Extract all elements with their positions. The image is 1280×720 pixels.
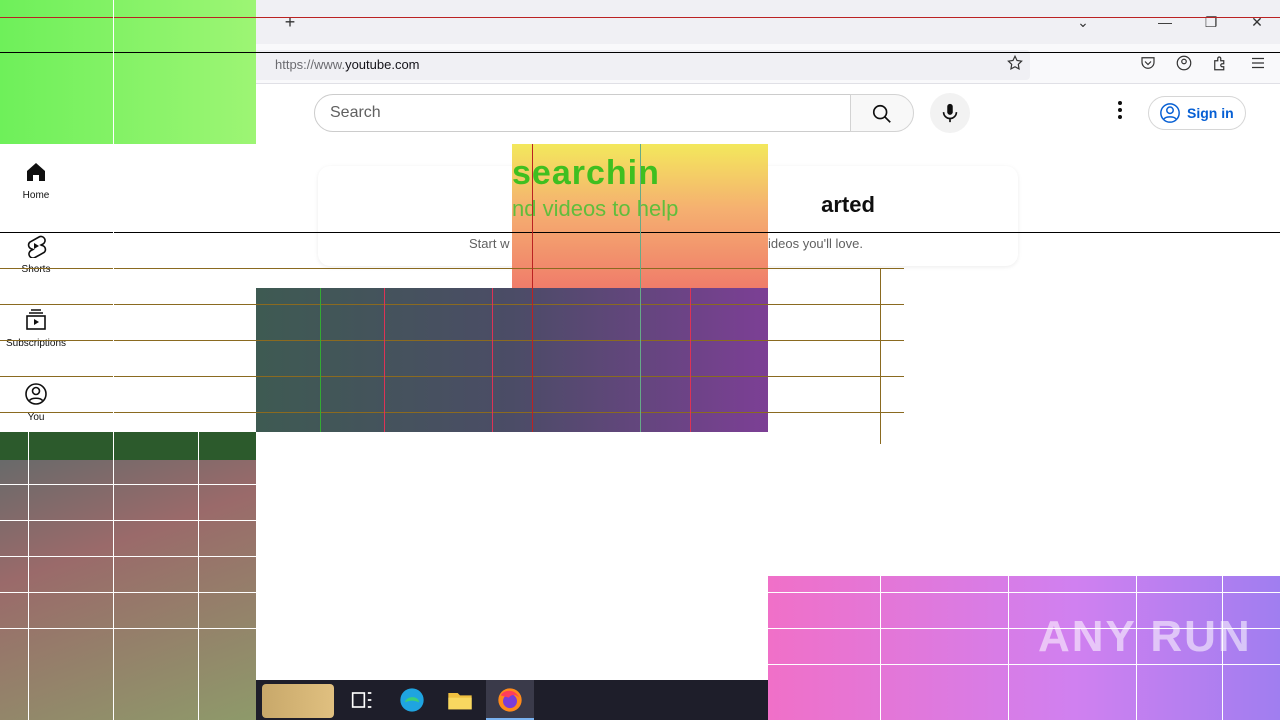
search-icon xyxy=(872,104,891,123)
grid-line xyxy=(1136,576,1137,720)
url-prefix: https://www. xyxy=(275,57,346,72)
grid-line xyxy=(1008,576,1009,720)
app-menu-icon[interactable] xyxy=(1248,54,1268,74)
grid-line xyxy=(492,288,493,432)
user-circle-icon xyxy=(1160,103,1180,123)
you-icon xyxy=(25,383,47,405)
sign-in-button[interactable]: Sign in xyxy=(1148,96,1246,130)
new-tab-button[interactable]: + xyxy=(280,12,300,32)
nav-shorts[interactable]: Shorts xyxy=(0,234,72,308)
search-input[interactable] xyxy=(314,94,852,132)
voice-search-button[interactable] xyxy=(930,93,970,133)
extensions-icon[interactable] xyxy=(1210,54,1230,74)
more-vert-icon xyxy=(1118,101,1122,119)
grid-line xyxy=(0,556,256,557)
grid-line xyxy=(384,288,385,432)
nav-subscriptions[interactable]: Subscriptions xyxy=(0,308,72,382)
watermark-text: ANY RUN xyxy=(1038,612,1252,661)
close-window-button[interactable]: ✕ xyxy=(1246,12,1268,32)
grid-line xyxy=(0,340,904,341)
grid-line xyxy=(0,268,904,269)
nav-home[interactable]: Home xyxy=(0,160,72,234)
glitch-block-bottom-left xyxy=(0,432,256,720)
widgets-icon[interactable] xyxy=(262,684,334,718)
microphone-icon xyxy=(942,103,958,123)
grid-line xyxy=(0,376,904,377)
search-button[interactable] xyxy=(850,94,914,132)
grid-line xyxy=(768,628,1280,629)
sign-in-label: Sign in xyxy=(1187,105,1234,121)
grid-line xyxy=(0,520,256,521)
card-subtitle-left: Start w xyxy=(469,236,510,251)
grid-line xyxy=(320,288,321,432)
glitch-block-purple xyxy=(256,288,768,432)
account-icon[interactable] xyxy=(1174,54,1194,74)
firefox-icon[interactable] xyxy=(496,686,524,714)
grid-line xyxy=(640,144,641,432)
grid-line xyxy=(0,628,256,629)
grid-line xyxy=(768,592,1280,593)
glitch-text-1: searchin xyxy=(512,154,660,192)
grid-line xyxy=(0,17,1280,18)
grid-line xyxy=(0,52,1280,53)
minimize-button[interactable]: — xyxy=(1154,12,1176,32)
grid-line xyxy=(690,288,691,432)
grid-line xyxy=(532,144,533,432)
settings-menu-button[interactable] xyxy=(1110,100,1130,126)
home-icon xyxy=(27,163,45,181)
card-title-text: arted xyxy=(821,192,875,217)
pocket-icon[interactable] xyxy=(1138,54,1158,74)
grid-line xyxy=(0,592,256,593)
grid-line xyxy=(880,576,881,720)
glitch-text-2: nd videos to help xyxy=(512,196,679,221)
grid-line xyxy=(768,664,1280,665)
glitch-block-top-left xyxy=(0,0,256,144)
grid-line xyxy=(0,484,256,485)
task-view-icon[interactable] xyxy=(348,686,376,714)
bookmark-star-icon[interactable] xyxy=(1005,54,1025,74)
grid-line xyxy=(113,0,114,720)
edge-icon[interactable] xyxy=(398,686,426,714)
url-text[interactable]: https://www.youtube.com xyxy=(275,57,420,72)
tab-list-button[interactable]: ⌄ xyxy=(1072,12,1094,32)
nav-home-label: Home xyxy=(22,190,50,201)
nav-you-label: You xyxy=(27,412,45,423)
nav-shorts-label: Shorts xyxy=(21,264,51,275)
file-explorer-icon[interactable] xyxy=(446,686,474,714)
grid-line xyxy=(880,268,881,444)
grid-line xyxy=(28,432,29,720)
subscriptions-icon xyxy=(26,309,46,330)
card-subtitle-right: ideos you'll love. xyxy=(768,236,863,251)
grid-line xyxy=(0,304,904,305)
grid-line xyxy=(0,412,904,413)
grid-line xyxy=(198,432,199,720)
shorts-icon xyxy=(27,235,47,258)
restore-button[interactable]: ❐ xyxy=(1200,12,1222,32)
glitch-strip-green xyxy=(0,432,256,460)
search-placeholder: Search xyxy=(330,104,381,121)
grid-line xyxy=(1222,576,1223,720)
url-domain: youtube.com xyxy=(345,57,420,72)
